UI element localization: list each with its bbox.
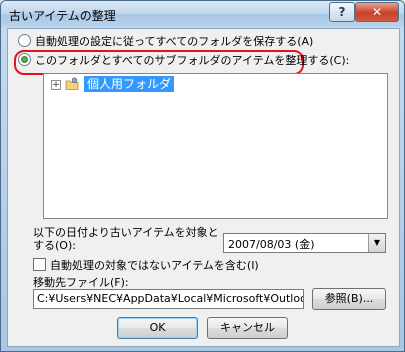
include-items-label: 自動処理の対象ではないアイテムを含む(I): [50, 259, 259, 272]
date-dropdown[interactable]: 2007/08/03 (金) ▼: [223, 233, 386, 253]
close-button[interactable]: ✕: [355, 2, 399, 22]
include-items-option[interactable]: 自動処理の対象ではないアイテムを含む(I): [33, 257, 259, 273]
ok-button[interactable]: OK: [117, 317, 198, 339]
help-button[interactable]: ?: [329, 2, 355, 22]
destination-label: 移動先ファイル(F):: [33, 276, 129, 289]
personal-folders-icon: [65, 77, 79, 90]
archive-dialog: 古いアイテムの整理 ? ✕ 自動処理の設定に従ってすべてのフォルダを保存する(A…: [0, 0, 405, 352]
auto-archive-option[interactable]: 自動処理の設定に従ってすべてのフォルダを保存する(A): [18, 33, 313, 51]
browse-button[interactable]: 参照(B)...: [312, 288, 386, 310]
dialog-title: 古いアイテムの整理: [9, 9, 116, 23]
auto-archive-label: 自動処理の設定に従ってすべてのフォルダを保存する(A): [35, 35, 314, 48]
this-folder-radio[interactable]: [18, 53, 31, 66]
chevron-down-icon[interactable]: ▼: [368, 234, 385, 252]
expand-icon[interactable]: +: [51, 80, 61, 90]
cancel-button[interactable]: キャンセル: [207, 317, 288, 339]
folder-tree[interactable]: + 個人用フォルダ: [43, 73, 388, 219]
dialog-body: 自動処理の設定に従ってすべてのフォルダを保存する(A) このフォルダとすべてのサ…: [7, 28, 400, 347]
this-folder-label: このフォルダとすべてのサブフォルダのアイテムを整理する(C):: [35, 54, 350, 67]
this-folder-option[interactable]: このフォルダとすべてのサブフォルダのアイテムを整理する(C):: [18, 52, 349, 70]
include-items-checkbox[interactable]: [33, 258, 46, 271]
date-label-line2: する(O):: [33, 239, 76, 252]
date-value: 2007/08/03 (金): [228, 238, 315, 251]
destination-path: C:¥Users¥NEC¥AppData¥Local¥Microsoft¥Out…: [37, 292, 303, 305]
auto-archive-radio[interactable]: [18, 34, 31, 47]
destination-file-input[interactable]: C:¥Users¥NEC¥AppData¥Local¥Microsoft¥Out…: [33, 289, 304, 309]
title-bar[interactable]: 古いアイテムの整理 ? ✕: [1, 1, 404, 27]
tree-item-personal-folders[interactable]: 個人用フォルダ: [84, 76, 175, 92]
